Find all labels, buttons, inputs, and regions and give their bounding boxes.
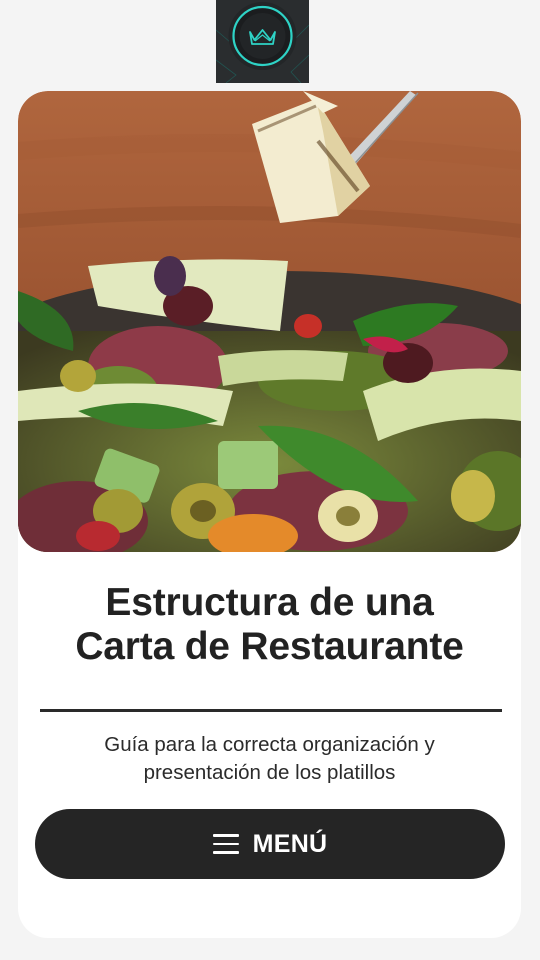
page-subtitle: Guía para la correcta organización y pre… xyxy=(48,731,491,787)
crown-icon xyxy=(216,0,309,83)
title-divider xyxy=(40,709,502,712)
hero-image xyxy=(18,91,521,552)
title-line-2: Carta de Restaurante xyxy=(75,625,464,668)
menu-button-label: MENÚ xyxy=(252,829,328,858)
hamburger-menu-icon xyxy=(212,834,239,854)
hero-card: Estructura de una Carta de Restaurante G… xyxy=(18,91,521,938)
brand-logo[interactable] xyxy=(216,0,309,83)
title-line-1: Estructura de una xyxy=(105,581,434,624)
page-title: Estructura de una Carta de Restaurante xyxy=(18,581,521,669)
menu-button[interactable]: MENÚ xyxy=(35,809,505,879)
salad-bowl-image xyxy=(18,91,521,552)
subtitle-line-1: Guía para la correcta organización y xyxy=(104,733,435,756)
subtitle-line-2: presentación de los platillos xyxy=(143,761,396,784)
